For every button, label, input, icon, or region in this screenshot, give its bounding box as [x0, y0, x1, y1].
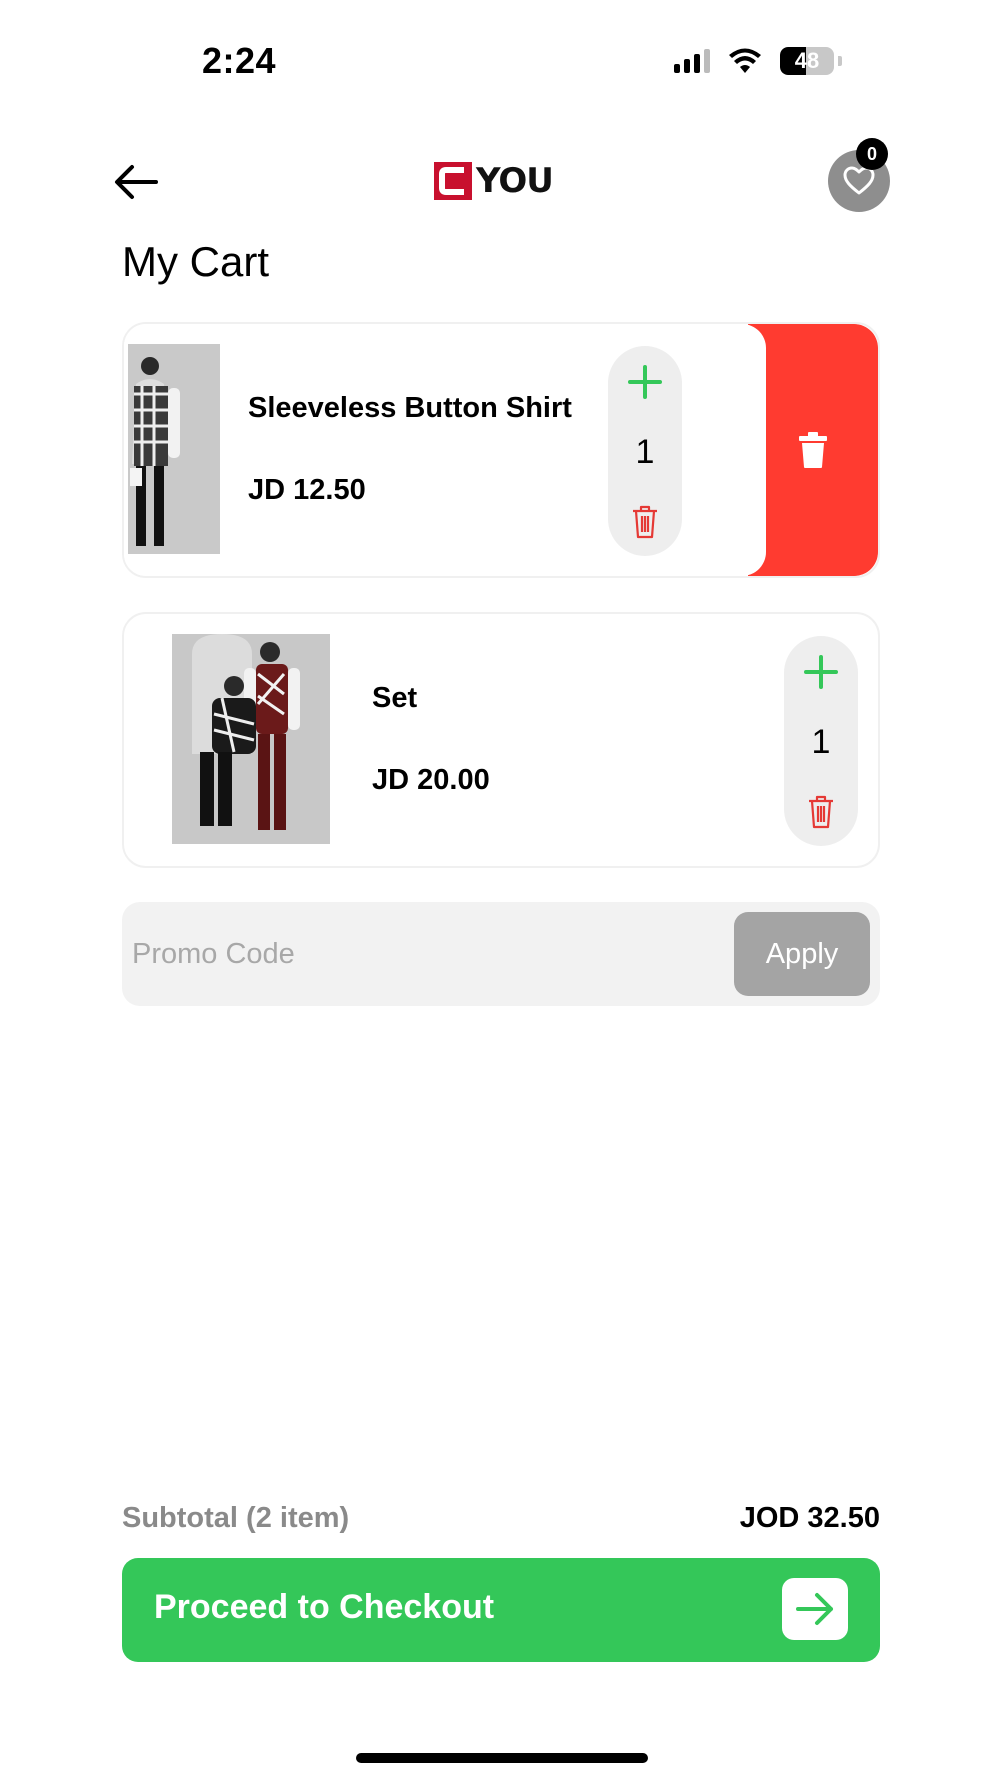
increase-quantity-button[interactable] [625, 362, 665, 402]
page-title: My Cart [122, 238, 269, 285]
promo-code-box: Apply [122, 902, 880, 1006]
remove-item-button[interactable] [627, 502, 663, 542]
trash-icon [633, 505, 657, 539]
plus-icon [628, 365, 662, 399]
status-time: 2:24 [202, 40, 277, 81]
battery-icon: 48 [780, 47, 834, 75]
remove-item-button[interactable] [803, 792, 839, 832]
back-button[interactable] [112, 158, 160, 206]
checkout-button[interactable]: Proceed to Checkout [122, 1558, 880, 1662]
product-price: JD 20.00 [372, 764, 490, 796]
quantity-value: 1 [811, 722, 831, 761]
increase-quantity-button[interactable] [801, 652, 841, 692]
cart-item-content: Sleeveless Button Shirt JD 12.50 1 [124, 324, 766, 576]
quantity-stepper: 1 [608, 346, 682, 556]
wishlist-count-badge: 0 [856, 138, 888, 170]
home-indicator [356, 1753, 648, 1763]
promo-code-input[interactable] [132, 924, 632, 984]
brand-logo: YOU [434, 161, 554, 201]
product-price: JD 12.50 [248, 474, 366, 506]
product-name[interactable]: Sleeveless Button Shirt [248, 392, 572, 425]
product-image[interactable] [128, 344, 220, 554]
product-name[interactable]: Set [372, 682, 417, 715]
logo-text: YOU [476, 161, 554, 201]
plus-icon [804, 655, 838, 689]
product-image[interactable] [172, 634, 330, 844]
cart-item[interactable]: Sleeveless Button Shirt JD 12.50 1 [122, 322, 880, 578]
signal-icon [674, 49, 710, 73]
swipe-delete-button[interactable] [748, 324, 878, 576]
quantity-value: 1 [635, 432, 655, 471]
status-icons: 48 [674, 46, 842, 76]
cart-item-content: Set JD 20.00 1 [124, 614, 878, 866]
subtotal-value: JOD 32.50 [739, 1502, 880, 1534]
back-arrow-icon [115, 165, 158, 199]
quantity-stepper: 1 [784, 636, 858, 846]
heart-icon [843, 166, 875, 195]
arrow-right-icon [782, 1578, 848, 1640]
apply-promo-button[interactable]: Apply [734, 912, 870, 996]
checkout-label: Proceed to Checkout [154, 1588, 495, 1626]
wifi-icon [729, 48, 761, 73]
trash-icon [799, 432, 827, 468]
cart-item[interactable]: Set JD 20.00 1 [122, 612, 880, 868]
trash-icon [809, 795, 833, 829]
subtotal-label: Subtotal (2 item) [122, 1502, 350, 1534]
battery-cap [838, 56, 842, 66]
logo-mark [434, 162, 472, 200]
battery-percent: 48 [794, 48, 820, 73]
